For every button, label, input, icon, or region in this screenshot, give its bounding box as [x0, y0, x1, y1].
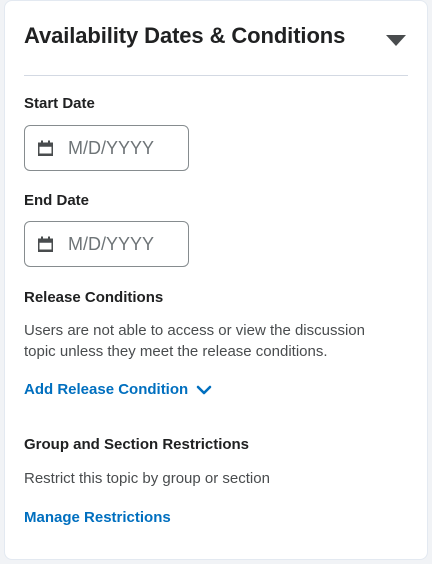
panel-header: Availability Dates & Conditions — [24, 1, 408, 76]
manage-restrictions-link[interactable]: Manage Restrictions — [24, 509, 171, 526]
start-date-input[interactable] — [24, 125, 189, 171]
calendar-icon — [38, 140, 53, 156]
calendar-icon — [38, 236, 53, 252]
release-conditions-heading: Release Conditions — [24, 289, 164, 306]
release-conditions-description: Users are not able to access or view the… — [24, 322, 365, 360]
panel-title: Availability Dates & Conditions — [24, 23, 346, 48]
add-release-condition-button[interactable]: Add Release Condition — [24, 381, 212, 398]
start-date-label: Start Date — [24, 95, 95, 112]
start-date-field[interactable] — [68, 136, 178, 160]
end-date-input[interactable] — [24, 221, 189, 267]
collapse-toggle-button[interactable] — [384, 31, 408, 49]
end-date-field[interactable] — [68, 232, 178, 256]
chevron-down-icon — [196, 385, 212, 394]
availability-panel: Availability Dates & Conditions Start Da… — [4, 0, 428, 560]
restrictions-heading: Group and Section Restrictions — [24, 436, 250, 453]
end-date-label: End Date — [24, 192, 90, 209]
caret-down-icon — [386, 35, 406, 46]
add-release-condition-label: Add Release Condition — [24, 381, 189, 398]
restrictions-description: Restrict this topic by group or section — [24, 470, 270, 487]
